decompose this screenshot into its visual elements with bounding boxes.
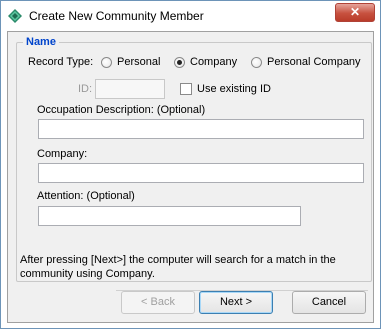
radio-personal-circle[interactable] [101, 57, 112, 68]
cancel-button[interactable]: Cancel [292, 291, 366, 314]
title-bar[interactable]: Create New Community Member ✕ [1, 1, 380, 31]
next-button[interactable]: Next > [199, 291, 273, 314]
radio-personal-company-label[interactable]: Personal Company [267, 56, 361, 68]
window-title: Create New Community Member [29, 9, 204, 23]
attention-label: Attention: (Optional) [37, 190, 135, 202]
radio-company-circle[interactable] [174, 57, 185, 68]
group-legend: Name [23, 36, 59, 48]
occupation-label: Occupation Description: (Optional) [37, 104, 206, 116]
use-existing-id-label[interactable]: Use existing ID [197, 83, 271, 95]
dialog-window: Create New Community Member ✕ Name Recor… [0, 0, 381, 329]
record-type-label: Record Type: [28, 56, 94, 68]
name-groupbox: Name Record Type: Personal Company Perso… [16, 36, 372, 282]
attention-input[interactable] [38, 206, 301, 226]
occupation-input[interactable] [38, 119, 364, 139]
id-label: ID: [78, 83, 93, 95]
radio-personal-company-circle[interactable] [251, 57, 262, 68]
radio-company-label[interactable]: Company [190, 56, 237, 68]
use-existing-id-checkbox[interactable] [180, 83, 192, 95]
info-message: After pressing [Next>] the computer will… [20, 254, 336, 280]
company-input[interactable] [38, 163, 364, 183]
radio-personal-label[interactable]: Personal [117, 56, 160, 68]
back-button[interactable]: < Back [121, 291, 195, 314]
close-button[interactable]: ✕ [335, 3, 375, 22]
app-diamond-icon [8, 9, 22, 23]
id-input[interactable] [95, 79, 165, 99]
dialog-body: Name Record Type: Personal Company Perso… [7, 31, 374, 323]
close-icon: ✕ [349, 5, 361, 19]
company-label: Company: [37, 148, 88, 160]
